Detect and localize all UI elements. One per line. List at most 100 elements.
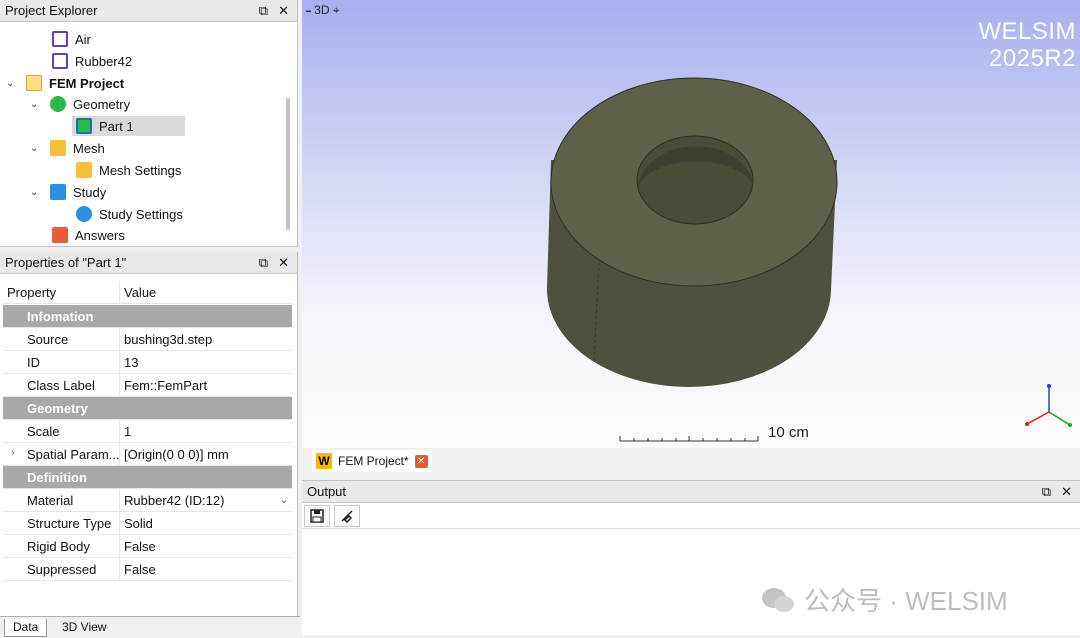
properties-title: Properties of "Part 1" — [5, 255, 127, 270]
tab-3d-view[interactable]: 3D View — [54, 619, 114, 637]
tree-item-label: Study — [73, 184, 107, 200]
axis-triad — [1025, 384, 1072, 427]
tree-item-air[interactable]: Air — [52, 29, 91, 49]
property-row-material[interactable]: Material Rubber42 (ID:12) ⌄ — [3, 489, 292, 512]
float-panel-icon[interactable]: ⧉ — [259, 3, 268, 19]
project-explorer-panel: Project Explorer ⧉ ✕ Air Rubber42 ⌄ FEM … — [0, 0, 298, 247]
property-row-class-label[interactable]: Class Label Fem::FemPart — [3, 374, 292, 397]
property-key: Suppressed — [3, 558, 120, 580]
welsim-logo-icon: W — [316, 453, 332, 469]
tree-item-label: Study Settings — [99, 206, 183, 222]
clear-output-button[interactable] — [334, 504, 360, 527]
property-key: Structure Type — [3, 512, 120, 534]
output-panel: Output ⧉ ✕ 公众号 · WELSIM — [302, 480, 1080, 635]
mesh-settings-icon — [76, 162, 92, 178]
project-explorer-title-bar: Project Explorer ⧉ ✕ — [0, 0, 297, 22]
scale-bar-label: 10 cm — [768, 424, 809, 441]
material-icon — [52, 53, 68, 69]
output-title: Output — [307, 484, 347, 499]
answers-icon — [52, 227, 68, 243]
close-icon[interactable]: ✕ — [278, 3, 289, 19]
close-tab-icon[interactable]: ✕ — [414, 454, 428, 468]
property-value: Fem::FemPart — [124, 377, 208, 393]
gear-icon — [76, 206, 92, 222]
save-icon — [310, 508, 324, 523]
tree-item-study[interactable]: ⌄ Study — [30, 182, 106, 202]
tree-item-answers[interactable]: Answers — [52, 225, 125, 245]
tree-item-label: Mesh Settings — [99, 162, 182, 178]
property-row-suppressed[interactable]: Suppressed False — [3, 558, 292, 581]
property-value: 13 — [124, 354, 139, 370]
property-row-rigid-body[interactable]: Rigid Body False — [3, 535, 292, 558]
chevron-right-icon[interactable]: › — [11, 447, 15, 459]
property-key: Class Label — [3, 374, 120, 396]
chevron-down-icon[interactable]: ⌄ — [30, 143, 44, 154]
property-value: [Origin(0 0 0)] mm — [124, 446, 229, 462]
property-value: Solid — [124, 515, 153, 531]
broom-icon — [341, 509, 353, 523]
property-row-structure-type[interactable]: Structure Type Solid — [3, 512, 292, 535]
geometry-icon — [50, 96, 66, 112]
chevron-down-icon[interactable]: ⌄ — [280, 495, 288, 506]
tree-item-mesh-settings[interactable]: Mesh Settings — [76, 160, 181, 180]
tree-item-label: Mesh — [73, 140, 105, 156]
group-label: Geometry — [27, 400, 88, 416]
chevron-down-icon[interactable]: ⌄ — [30, 187, 44, 198]
document-tab-bar: W FEM Project* ✕ — [302, 448, 1080, 474]
group-row-information[interactable]: Infomation — [3, 305, 292, 328]
watermark-text: 公众号 · WELSIM — [804, 586, 1008, 616]
document-tab-fem-project[interactable]: W FEM Project* ✕ — [312, 450, 432, 472]
properties-header-row: Property Value — [3, 281, 292, 304]
chevron-down-icon[interactable]: ⌄ — [30, 99, 44, 110]
tree-item-fem-project[interactable]: ⌄ FEM Project — [6, 73, 124, 93]
tree-item-label: Air — [75, 31, 91, 47]
float-panel-icon[interactable]: ⧉ — [259, 255, 268, 271]
study-icon — [50, 184, 66, 200]
property-value: Rubber42 (ID:12) — [124, 492, 225, 508]
tree-item-part-1[interactable]: Part 1 — [72, 116, 185, 136]
mesh-icon — [50, 140, 66, 156]
tree-scrollbar[interactable] — [286, 98, 290, 230]
properties-title-bar: Properties of "Part 1" ⧉ ✕ — [0, 252, 297, 274]
tree-item-label: Part 1 — [99, 118, 134, 134]
save-button[interactable] — [304, 504, 330, 527]
tree-item-label: Geometry — [73, 96, 131, 112]
tree-item-geometry[interactable]: ⌄ Geometry — [30, 94, 130, 114]
group-row-geometry[interactable]: Geometry — [3, 397, 292, 420]
3d-viewport[interactable]: ━ 3D ⌖ WELSIM 2025R2 10 cm — [302, 0, 1080, 448]
tree-item-label: Answers — [75, 227, 125, 243]
tree-item-mesh[interactable]: ⌄ Mesh — [30, 138, 105, 158]
property-key: Scale — [3, 420, 120, 442]
chevron-down-icon[interactable]: ⌄ — [6, 78, 20, 89]
part-icon — [76, 118, 92, 134]
material-select[interactable]: Rubber42 (ID:12) ⌄ — [120, 489, 292, 511]
close-icon[interactable]: ✕ — [278, 255, 289, 271]
column-header-property: Property — [3, 281, 120, 303]
tree-item-study-settings[interactable]: Study Settings — [76, 204, 183, 224]
close-icon[interactable]: ✕ — [1061, 484, 1072, 500]
property-key: Spatial Param... — [3, 443, 120, 465]
property-row-spatial-parameters[interactable]: › Spatial Param... [Origin(0 0 0)] mm — [3, 443, 292, 466]
project-explorer-title: Project Explorer — [5, 3, 98, 18]
property-key: Rigid Body — [3, 535, 120, 557]
property-row-scale[interactable]: Scale 1 — [3, 420, 292, 443]
property-row-source[interactable]: Source bushing3d.step — [3, 328, 292, 351]
model-canvas[interactable] — [302, 0, 1080, 448]
property-value: 1 — [124, 423, 132, 439]
tab-data[interactable]: Data — [4, 619, 48, 637]
property-row-id[interactable]: ID 13 — [3, 351, 292, 374]
float-panel-icon[interactable]: ⧉ — [1042, 484, 1051, 500]
document-tab-label: FEM Project* — [338, 454, 409, 468]
group-row-definition[interactable]: Definition — [3, 466, 292, 489]
tree-item-rubber42[interactable]: Rubber42 — [52, 51, 132, 71]
project-tree: Air Rubber42 ⌄ FEM Project ⌄ Geometry Pa… — [0, 27, 285, 245]
property-key: ID — [3, 351, 120, 373]
output-title-bar: Output ⧉ ✕ — [302, 481, 1080, 503]
output-toolbar — [302, 503, 1080, 529]
bottom-tab-bar: Data 3D View — [0, 616, 300, 638]
scale-bar — [619, 436, 759, 442]
group-label: Infomation — [27, 308, 94, 324]
property-value: bushing3d.step — [124, 331, 213, 347]
tree-item-label: Rubber42 — [75, 53, 133, 69]
column-header-value: Value — [124, 284, 157, 300]
